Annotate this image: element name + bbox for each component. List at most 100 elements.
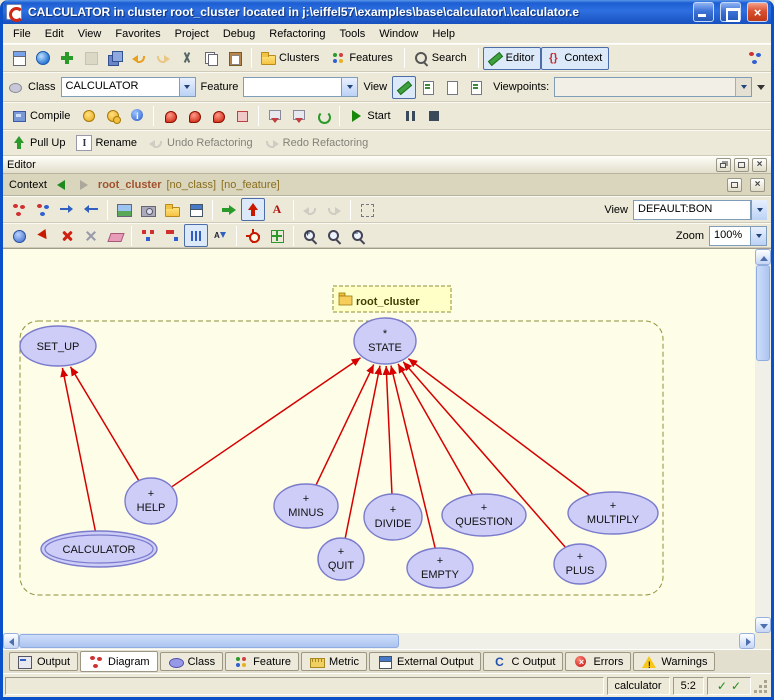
class-node-question[interactable]: +QUESTION	[442, 494, 526, 536]
class-node-empty[interactable]: +EMPTY	[407, 548, 473, 588]
view-contracts-button[interactable]	[464, 76, 488, 99]
context-back-button[interactable]	[52, 177, 70, 193]
zoom-combo[interactable]: 100%	[709, 226, 767, 246]
class-node-help[interactable]: +HELP	[125, 478, 177, 524]
layout-tree-button[interactable]	[136, 224, 160, 247]
rename-button[interactable]: IRename	[72, 132, 144, 155]
new-window-button[interactable]	[7, 47, 31, 70]
inheritance-link-help-to-state[interactable]	[172, 358, 361, 487]
force-layout-toggle[interactable]	[184, 224, 208, 247]
menu-window[interactable]: Window	[372, 26, 425, 42]
center-on-selection-button[interactable]	[241, 224, 265, 247]
save-button[interactable]	[79, 47, 103, 70]
class-combo-arrow[interactable]	[179, 78, 195, 96]
menu-favorites[interactable]: Favorites	[108, 26, 167, 42]
start-button[interactable]: Start	[344, 105, 397, 128]
editor-close-button[interactable]: ×	[752, 158, 767, 172]
editor-toggle-button[interactable]: Editor	[483, 47, 542, 70]
inheritance-link-multiply-to-state[interactable]	[408, 359, 589, 496]
view-editor-button[interactable]	[392, 76, 416, 99]
menu-tools[interactable]: Tools	[333, 26, 373, 42]
selection-frame-button[interactable]	[355, 198, 379, 221]
uml-view-button[interactable]	[31, 198, 55, 221]
context-close-button[interactable]: ×	[750, 178, 765, 192]
new-view-button[interactable]	[184, 198, 208, 221]
zoom-combo-arrow[interactable]	[750, 227, 766, 245]
step-over-button[interactable]	[263, 105, 287, 128]
menu-file[interactable]: File	[6, 26, 38, 42]
tab-diagram[interactable]: Diagram	[80, 651, 158, 672]
open-button[interactable]	[31, 47, 55, 70]
go-to-button[interactable]	[217, 198, 241, 221]
ignore-breakpoints-button[interactable]	[230, 105, 254, 128]
text-labels-button[interactable]: A	[265, 198, 289, 221]
scroll-track[interactable]	[755, 361, 771, 617]
feature-combo[interactable]	[243, 77, 358, 97]
menu-help[interactable]: Help	[425, 26, 462, 42]
copy-button[interactable]	[199, 47, 223, 70]
resize-grip[interactable]	[754, 676, 769, 695]
open-diagram-button[interactable]	[160, 198, 184, 221]
class-node-calculator[interactable]: CALCULATOR	[41, 531, 157, 567]
show-inheritance-button[interactable]	[79, 198, 103, 221]
export-png-button[interactable]	[112, 198, 136, 221]
redo-refactoring-button[interactable]: Redo Refactoring	[260, 132, 376, 155]
scroll-left-button[interactable]	[3, 633, 19, 649]
scroll-right-button[interactable]	[739, 633, 755, 649]
remove-anchor-button[interactable]	[79, 224, 103, 247]
scroll-up-button[interactable]	[755, 249, 771, 265]
view-clickable-button[interactable]	[440, 76, 464, 99]
class-node-minus[interactable]: +MINUS	[274, 484, 338, 528]
project-info-button[interactable]: i	[125, 105, 149, 128]
show-links-button[interactable]	[55, 198, 79, 221]
add-link-tool-button[interactable]	[31, 224, 55, 247]
melt-button[interactable]	[311, 105, 335, 128]
class-node-quit[interactable]: +QUIT	[318, 538, 364, 580]
view-flat-button[interactable]	[416, 76, 440, 99]
undo-button[interactable]	[127, 47, 151, 70]
class-combo[interactable]: CALCULATOR	[61, 77, 196, 97]
vertical-scroll-thumb[interactable]	[756, 265, 770, 361]
tab-output[interactable]: Output	[9, 652, 78, 671]
zoom-out-button[interactable]: −	[346, 224, 370, 247]
diagram-canvas[interactable]: root_clusterSET_UP*STATE+HELPCALCULATOR+…	[3, 249, 755, 633]
maximize-button[interactable]	[720, 2, 741, 22]
diagram-view-combo[interactable]: DEFAULT:BON	[633, 200, 751, 220]
debug-stop-button[interactable]	[206, 105, 230, 128]
pull-up-button[interactable]: Pull Up	[7, 132, 72, 155]
clusters-button[interactable]: Clusters	[256, 47, 326, 70]
bon-view-button[interactable]	[7, 198, 31, 221]
debug-run-button[interactable]	[158, 105, 182, 128]
add-class-tool-button[interactable]	[7, 224, 31, 247]
tab-class[interactable]: Class	[160, 652, 224, 671]
freeze-button[interactable]	[77, 105, 101, 128]
step-into-button[interactable]	[287, 105, 311, 128]
fit-to-screen-button[interactable]	[265, 224, 289, 247]
feature-combo-arrow[interactable]	[341, 78, 357, 96]
menu-edit[interactable]: Edit	[38, 26, 71, 42]
undo-refactoring-button[interactable]: Undo Refactoring	[144, 132, 260, 155]
window-layout-button[interactable]	[743, 47, 767, 70]
context-maximize-button[interactable]	[727, 178, 742, 192]
compile-button[interactable]: Compile	[7, 105, 77, 128]
layout-alt-button[interactable]	[160, 224, 184, 247]
close-button[interactable]: ×	[747, 2, 768, 22]
minimize-button[interactable]	[693, 2, 714, 22]
cut-button[interactable]	[175, 47, 199, 70]
scroll-down-button[interactable]	[755, 617, 771, 633]
inheritance-link-calculator-to-set_up[interactable]	[62, 368, 95, 531]
stop-button[interactable]	[422, 105, 446, 128]
cluster-label[interactable]: root_cluster	[333, 286, 451, 312]
menu-debug[interactable]: Debug	[216, 26, 262, 42]
tab-metric[interactable]: Metric	[301, 652, 367, 671]
menu-view[interactable]: View	[71, 26, 109, 42]
delete-button[interactable]	[55, 224, 79, 247]
diagram-redo-button[interactable]	[322, 198, 346, 221]
viewpoints-combo[interactable]	[554, 77, 752, 97]
horizontal-scrollbar[interactable]	[3, 633, 755, 649]
diagram-view-combo-arrow[interactable]	[751, 200, 767, 220]
horizontal-scroll-thumb[interactable]	[19, 634, 399, 648]
class-node-plus[interactable]: +PLUS	[554, 544, 606, 584]
tab-c-output[interactable]: CC Output	[483, 652, 563, 671]
paste-button[interactable]	[223, 47, 247, 70]
